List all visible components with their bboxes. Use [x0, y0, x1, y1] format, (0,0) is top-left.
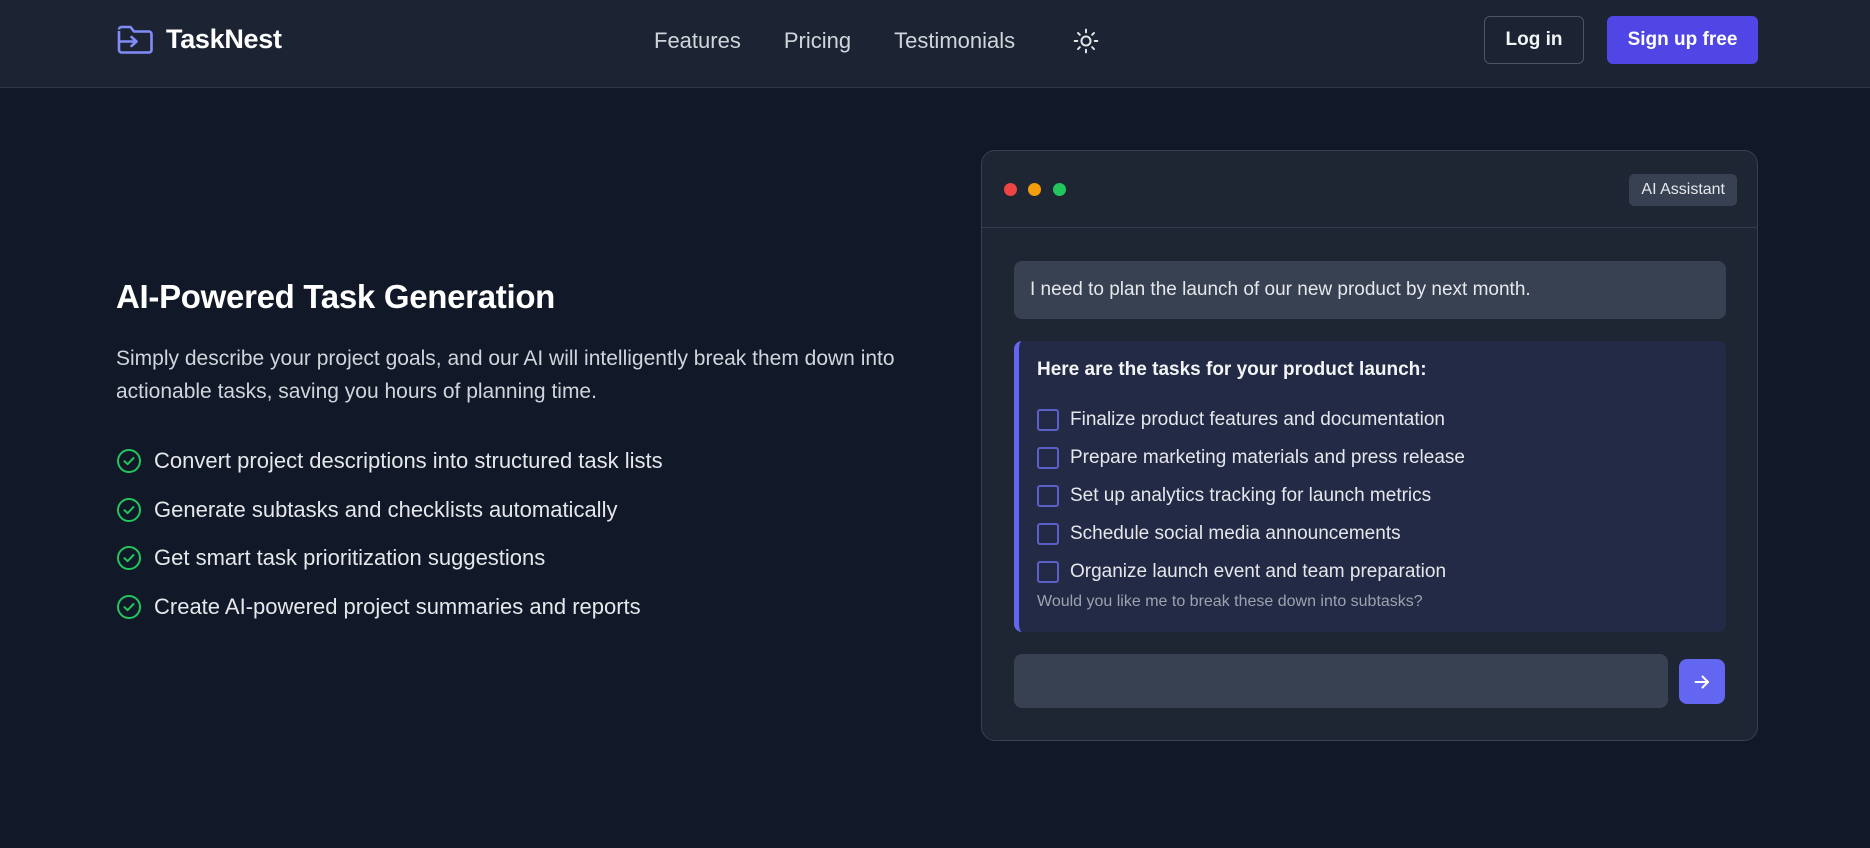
hero-title: AI-Powered Task Generation [116, 278, 556, 315]
user-message: I need to plan the launch of our new pro… [1014, 261, 1726, 319]
send-button[interactable] [1679, 659, 1725, 704]
task-item: Set up analytics tracking for launch met… [1037, 477, 1465, 515]
folder-login-icon [117, 25, 153, 54]
card-titlebar: AI Assistant [982, 151, 1757, 228]
feature-item: Convert project descriptions into struct… [116, 437, 663, 486]
feature-list: Convert project descriptions into struct… [116, 437, 663, 631]
hero-description: Simply describe your project goals, and … [116, 347, 895, 403]
main-nav: Features Pricing Testimonials [654, 24, 1101, 58]
ai-followup-question: Would you like me to break these down in… [1037, 593, 1423, 610]
task-label: Schedule social media announcements [1070, 523, 1401, 544]
task-label: Organize launch event and team preparati… [1070, 561, 1447, 582]
ai-assistant-badge: AI Assistant [1629, 174, 1737, 206]
ai-response-heading: Here are the tasks for your product laun… [1037, 359, 1427, 380]
window-dot-green [1053, 183, 1066, 196]
feature-item: Generate subtasks and checklists automat… [116, 486, 663, 535]
task-item: Schedule social media announcements [1037, 515, 1465, 553]
check-circle-icon [117, 449, 141, 474]
nav-link-pricing[interactable]: Pricing [784, 28, 851, 54]
task-label: Finalize product features and documentat… [1070, 409, 1445, 430]
arrow-right-icon [1694, 675, 1709, 688]
task-item: Prepare marketing materials and press re… [1037, 439, 1465, 477]
task-checkbox[interactable] [1037, 485, 1059, 507]
task-item: Organize launch event and team preparati… [1037, 553, 1465, 591]
ai-response: Here are the tasks for your product laun… [1014, 341, 1726, 632]
task-checkbox[interactable] [1037, 409, 1059, 431]
task-checkbox[interactable] [1037, 561, 1059, 583]
task-label: Prepare marketing materials and press re… [1070, 447, 1465, 468]
feature-text: Create AI-powered project summaries and … [154, 593, 641, 619]
brand-logo[interactable]: TaskNest [116, 22, 282, 56]
task-checkbox[interactable] [1037, 447, 1059, 469]
feature-text: Generate subtasks and checklists automat… [154, 496, 618, 522]
ai-assistant-card: AI Assistant I need to plan the launch o… [981, 150, 1758, 741]
window-dot-red [1004, 183, 1017, 196]
signup-button[interactable]: Sign up free [1607, 16, 1758, 64]
feature-item: Create AI-powered project summaries and … [116, 583, 663, 632]
check-circle-icon [117, 497, 141, 522]
task-list: Finalize product features and documentat… [1037, 401, 1465, 591]
chat-input[interactable] [1014, 654, 1668, 708]
login-button[interactable]: Log in [1484, 16, 1584, 64]
theme-toggle-button[interactable] [1071, 26, 1101, 56]
task-checkbox[interactable] [1037, 523, 1059, 545]
sun-icon [1073, 28, 1099, 54]
window-dot-yellow [1028, 183, 1041, 196]
check-circle-icon [117, 594, 141, 619]
feature-text: Convert project descriptions into struct… [154, 448, 663, 474]
site-header: TaskNest Features Pricing Testimonials L… [0, 0, 1870, 88]
task-label: Set up analytics tracking for launch met… [1070, 485, 1432, 506]
feature-item: Get smart task prioritization suggestion… [116, 534, 663, 583]
nav-link-testimonials[interactable]: Testimonials [894, 28, 1015, 54]
task-item: Finalize product features and documentat… [1037, 401, 1465, 439]
feature-text: Get smart task prioritization suggestion… [154, 545, 546, 571]
check-circle-icon [117, 546, 141, 571]
nav-link-features[interactable]: Features [654, 28, 741, 54]
brand-name: TaskNest [166, 23, 282, 54]
